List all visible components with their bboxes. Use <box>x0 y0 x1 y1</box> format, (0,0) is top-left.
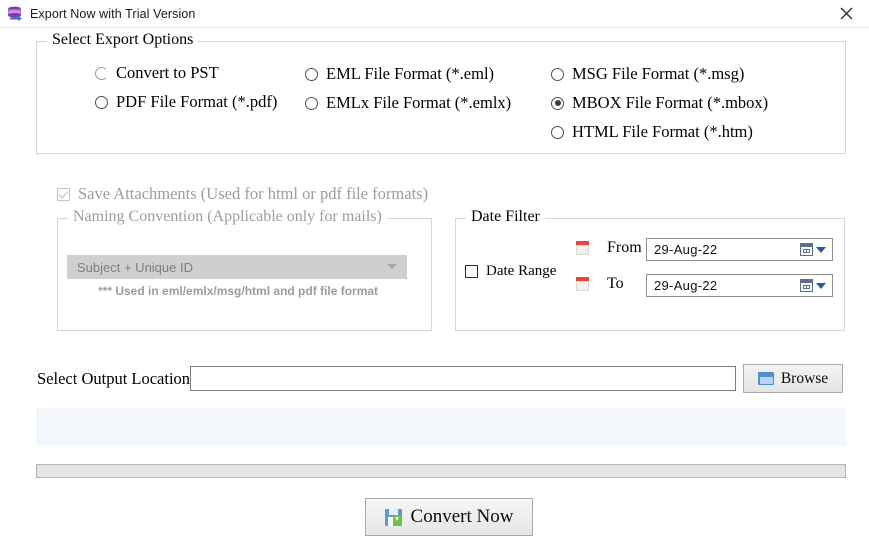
date-to-input[interactable]: 29-Aug-22 <box>646 274 833 297</box>
date-from-value: 29-Aug-22 <box>654 242 718 257</box>
window-title: Export Now with Trial Version <box>30 6 196 21</box>
status-panel <box>36 408 846 446</box>
progress-bar <box>36 464 846 478</box>
radio-icon <box>305 96 318 110</box>
calendar-grid-icon <box>800 243 813 256</box>
radio-html-file-format[interactable]: HTML File Format (*.htm) <box>551 122 753 141</box>
output-location-value <box>191 367 735 375</box>
export-options-legend: Select Export Options <box>47 31 199 49</box>
save-attachments-label: Save Attachments (Used for html or pdf f… <box>78 184 429 203</box>
date-filter-legend: Date Filter <box>466 208 545 226</box>
radio-label: HTML File Format (*.htm) <box>572 122 753 141</box>
radio-label: EML File Format (*.eml) <box>326 64 495 83</box>
date-from-input[interactable]: 29-Aug-22 <box>646 238 833 261</box>
browse-button-label: Browse <box>780 369 829 387</box>
convert-now-label: Convert Now <box>410 506 514 527</box>
chevron-down-icon <box>816 246 826 253</box>
calendar-icon <box>576 241 589 255</box>
save-icon <box>384 508 402 526</box>
chevron-down-icon <box>816 282 826 289</box>
date-from-row: From <box>576 239 653 257</box>
radio-icon <box>305 67 318 81</box>
naming-convention-group: Naming Convention (Applicable only for m… <box>57 208 432 331</box>
window-titlebar: Export Now with Trial Version <box>0 0 869 28</box>
radio-eml-file-format[interactable]: EML File Format (*.eml) <box>305 64 495 83</box>
date-from-picker-button[interactable] <box>796 241 830 258</box>
output-location-label: Select Output Location <box>37 369 191 388</box>
convert-now-button[interactable]: Convert Now <box>365 498 533 536</box>
radio-label: EMLx File Format (*.emlx) <box>326 93 512 112</box>
radio-mbox-file-format[interactable]: MBOX File Format (*.mbox) <box>551 93 769 112</box>
export-options-group: Select Export Options Convert to PST PDF… <box>36 31 846 154</box>
checkbox-icon <box>57 187 70 201</box>
naming-convention-select[interactable]: Subject + Unique ID <box>67 255 407 279</box>
output-location-input[interactable] <box>190 366 736 391</box>
naming-convention-hint: *** Used in eml/emlx/msg/html and pdf fi… <box>98 284 379 298</box>
date-to-picker-button[interactable] <box>796 277 830 294</box>
radio-icon <box>551 96 564 110</box>
save-attachments-checkbox[interactable]: Save Attachments (Used for html or pdf f… <box>57 184 428 204</box>
radio-icon <box>551 125 564 139</box>
radio-label: PDF File Format (*.pdf) <box>116 92 278 111</box>
close-icon[interactable] <box>823 0 869 27</box>
radio-emlx-file-format[interactable]: EMLx File Format (*.emlx) <box>305 93 512 112</box>
date-filter-group: Date Filter Date Range From 29-Aug-22 To… <box>455 208 845 331</box>
date-range-label: Date Range <box>486 263 557 279</box>
radio-label: Convert to PST <box>116 63 219 82</box>
radio-icon <box>551 67 564 81</box>
radio-convert-to-pst[interactable]: Convert to PST <box>95 63 219 82</box>
date-to-row: To <box>576 275 653 293</box>
naming-convention-legend: Naming Convention (Applicable only for m… <box>68 208 387 226</box>
database-export-icon <box>6 5 24 23</box>
radio-label: MBOX File Format (*.mbox) <box>572 93 769 112</box>
checkbox-icon <box>465 265 478 278</box>
folder-icon <box>757 372 774 385</box>
naming-convention-selected-value: Subject + Unique ID <box>77 259 193 275</box>
calendar-icon <box>576 277 589 291</box>
radio-label: MSG File Format (*.msg) <box>572 64 745 83</box>
radio-msg-file-format[interactable]: MSG File Format (*.msg) <box>551 64 745 83</box>
date-to-value: 29-Aug-22 <box>654 278 718 293</box>
radio-icon <box>95 66 108 80</box>
radio-pdf-file-format[interactable]: PDF File Format (*.pdf) <box>95 92 278 111</box>
radio-icon <box>95 95 108 109</box>
calendar-grid-icon <box>800 279 813 292</box>
browse-button[interactable]: Browse <box>743 364 843 393</box>
date-range-checkbox[interactable]: Date Range <box>465 263 556 280</box>
chevron-down-icon <box>387 264 397 269</box>
